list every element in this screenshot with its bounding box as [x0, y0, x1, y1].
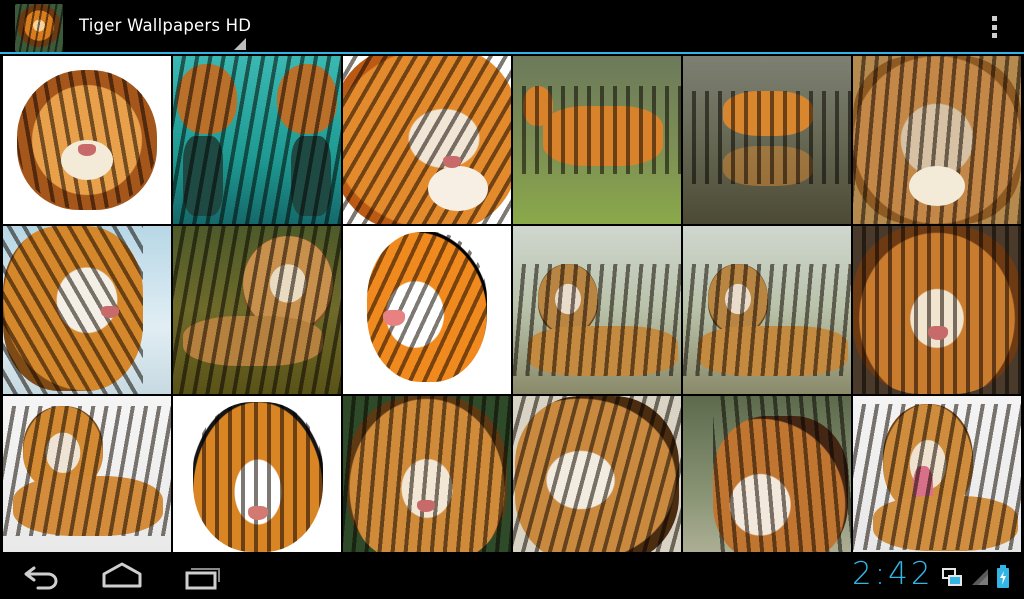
dot: [991, 24, 997, 30]
dot: [991, 16, 997, 21]
wallpaper-thumbnail[interactable]: [683, 396, 851, 564]
wallpaper-thumbnail[interactable]: [513, 56, 681, 224]
action-bar: Tiger Wallpapers HD: [0, 0, 1024, 54]
wallpaper-thumbnail[interactable]: [683, 226, 851, 394]
system-nav-bar: 2:42: [0, 552, 1024, 599]
wallpaper-thumbnail[interactable]: [173, 56, 341, 224]
tiger-app-icon[interactable]: [15, 4, 63, 52]
spinner-indicator-icon: [234, 38, 246, 50]
wallpaper-thumbnail[interactable]: [683, 56, 851, 224]
battery-charging-icon: [997, 565, 1009, 588]
wallpaper-thumbnail[interactable]: [3, 226, 171, 394]
wallpaper-thumbnail[interactable]: [853, 396, 1021, 564]
wallpaper-thumbnail[interactable]: [3, 396, 171, 564]
wallpaper-thumbnail[interactable]: [343, 226, 511, 394]
wallpaper-thumbnail[interactable]: [513, 396, 681, 564]
signal-icon: [972, 569, 988, 585]
wallpaper-thumbnail[interactable]: [3, 56, 171, 224]
wallpaper-thumbnail[interactable]: [343, 56, 511, 224]
wallpaper-thumbnail[interactable]: [853, 56, 1021, 224]
app-title[interactable]: Tiger Wallpapers HD: [79, 16, 251, 35]
dot: [991, 33, 997, 38]
wallpaper-thumbnail[interactable]: [173, 226, 341, 394]
recents-icon[interactable]: [183, 560, 223, 592]
wallpaper-thumbnail[interactable]: [173, 396, 341, 564]
wallpaper-thumbnail[interactable]: [853, 226, 1021, 394]
overflow-menu-icon[interactable]: [982, 12, 1006, 42]
back-icon[interactable]: [22, 560, 62, 592]
wallpaper-grid: [0, 56, 1024, 564]
network-icon: [942, 568, 962, 586]
home-icon[interactable]: [100, 560, 144, 592]
wallpaper-thumbnail[interactable]: [343, 396, 511, 564]
status-clock[interactable]: 2:42: [852, 556, 934, 592]
wallpaper-thumbnail[interactable]: [513, 226, 681, 394]
